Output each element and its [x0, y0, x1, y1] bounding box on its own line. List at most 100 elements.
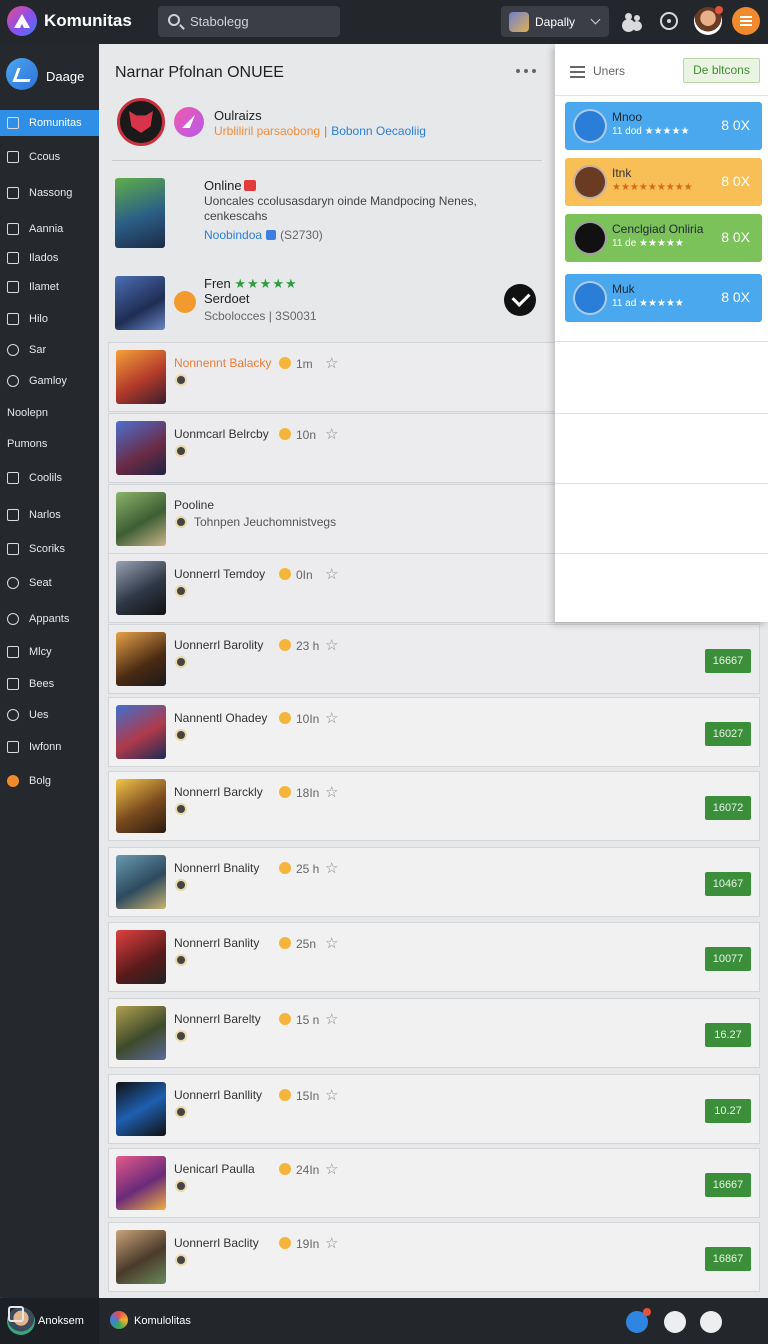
- settings-icon[interactable]: [660, 12, 678, 30]
- sidebar-item[interactable]: Bolg: [0, 768, 99, 794]
- row-time: 10In: [296, 712, 320, 726]
- star-icon[interactable]: ☆: [325, 709, 338, 727]
- sidebar-item[interactable]: Appants: [0, 606, 99, 632]
- star-icon[interactable]: ☆: [325, 1234, 338, 1252]
- user-card-rating: ★★★★★★★★★: [612, 182, 693, 193]
- user-card-name: Mnoo: [612, 110, 643, 124]
- star-icon[interactable]: ☆: [325, 354, 338, 372]
- sidebar-item[interactable]: Narlos: [0, 502, 99, 528]
- community-label[interactable]: Komulolitas: [134, 1315, 191, 1327]
- list-row[interactable]: Uonnerrl Baclity 19In ☆ 16867: [108, 1222, 760, 1292]
- people-icon[interactable]: [622, 10, 644, 32]
- score-badge[interactable]: 16.27: [705, 1023, 751, 1047]
- score-badge[interactable]: 16867: [705, 1247, 751, 1271]
- panel-header: Uners De bltcons: [555, 44, 768, 96]
- game-thumbnail: [116, 1156, 166, 1210]
- row-title: Uonnerrl Barolity: [174, 638, 264, 652]
- sidebar-item[interactable]: Romunitas: [0, 110, 99, 136]
- score-badge[interactable]: 10077: [705, 947, 751, 971]
- score-badge[interactable]: 16667: [705, 1173, 751, 1197]
- user-card[interactable]: Muk 11 ad ★★★★★ 8 0X: [565, 274, 762, 322]
- feature-subtitle: Serdoet: [204, 291, 250, 306]
- hamburger-icon[interactable]: [570, 66, 585, 68]
- list-row[interactable]: Nonnerrl Bnality 25 h ☆ 10467: [108, 847, 760, 917]
- project-selector[interactable]: Dapally: [501, 6, 609, 37]
- user-card-value: 8 0X: [721, 229, 750, 245]
- row-time: 23 h: [296, 639, 320, 653]
- sidebar-item[interactable]: Seat: [0, 570, 99, 596]
- game-thumbnail: [116, 632, 166, 686]
- search-icon: [168, 14, 180, 26]
- sidebar-item[interactable]: Ccous: [0, 144, 99, 170]
- row-time: 1m: [296, 357, 313, 371]
- user-card[interactable]: Mnoo 11 dod ★★★★★ 8 0X: [565, 102, 762, 150]
- user-card-icon: [573, 221, 607, 255]
- panel-action-button[interactable]: De bltcons: [683, 58, 760, 83]
- sidebar-item-label: Iwfonn: [29, 741, 62, 753]
- sidebar-item[interactable]: Nassong: [0, 180, 99, 206]
- feature-card[interactable]: Fren ★★★★★ Serdoet Scbolocces | 3S0031: [108, 266, 554, 342]
- list-row[interactable]: Nannentl Ohadey 10In ☆ 16027: [108, 697, 760, 767]
- sidebar-item[interactable]: Pumons: [0, 431, 99, 457]
- list-row[interactable]: Uonnerrl Barolity 23 h ☆ 16667: [108, 624, 760, 694]
- list-row[interactable]: Uonnerrl Banllity 15In ☆ 10.27: [108, 1074, 760, 1144]
- emoji-icon: [279, 639, 291, 651]
- sidebar-item[interactable]: Scoriks: [0, 536, 99, 562]
- user-card[interactable]: Itnk ★★★★★★★★★ 8 0X: [565, 158, 762, 206]
- group-avatar[interactable]: [117, 98, 165, 146]
- score-badge[interactable]: 10.27: [705, 1099, 751, 1123]
- more-options-icon[interactable]: [516, 69, 536, 73]
- score-badge[interactable]: 16072: [705, 796, 751, 820]
- sidebar-item[interactable]: Sar: [0, 337, 99, 363]
- menu-icon[interactable]: [732, 7, 760, 35]
- sidebar-item[interactable]: Ilamet: [0, 274, 99, 300]
- sidebar-item-label: Scoriks: [29, 543, 66, 555]
- current-user-name: Anoksem: [38, 1315, 84, 1327]
- star-icon[interactable]: ☆: [325, 1086, 338, 1104]
- row-time: 0In: [296, 568, 313, 582]
- search-box[interactable]: [158, 6, 340, 37]
- sidebar-item[interactable]: Noolepn: [0, 400, 99, 426]
- star-icon[interactable]: ☆: [325, 1010, 338, 1028]
- settings-icon[interactable]: [700, 1311, 722, 1333]
- feature-card[interactable]: Online Uoncales ccolusasdaryn oinde Mand…: [108, 170, 554, 260]
- list-row[interactable]: Nonnerrl Banlity 25n ☆ 10077: [108, 922, 760, 992]
- score-badge[interactable]: 16667: [705, 649, 751, 673]
- profile-link[interactable]: Bobonn Oecaoliig: [331, 124, 426, 138]
- star-icon[interactable]: ☆: [325, 565, 338, 583]
- list-row[interactable]: Nonnerrl Barelty 15 n ☆ 16.27: [108, 998, 760, 1068]
- live-icon: [243, 180, 256, 191]
- sidebar-item[interactable]: Ues: [0, 702, 99, 728]
- search-input[interactable]: [190, 6, 330, 37]
- home-icon: [7, 117, 19, 129]
- check-icon[interactable]: [504, 284, 536, 316]
- tag-icon: [266, 230, 277, 240]
- star-icon[interactable]: ☆: [325, 934, 338, 952]
- star-icon[interactable]: ☆: [325, 636, 338, 654]
- feature-meta: Noobindoa (S2730): [204, 228, 323, 242]
- sidebar-item[interactable]: Ilados: [0, 245, 99, 271]
- row-title: Uonmcarl Belrcby: [174, 427, 269, 441]
- chat-icon[interactable]: [664, 1311, 686, 1333]
- list-row[interactable]: Uenicarl Paulla 24In ☆ 16667: [108, 1148, 760, 1218]
- star-icon[interactable]: ☆: [325, 859, 338, 877]
- list-row[interactable]: Nonnerrl Barckly 18In ☆ 16072: [108, 771, 760, 841]
- star-icon[interactable]: ☆: [325, 1160, 338, 1178]
- messages-icon[interactable]: [626, 1308, 651, 1333]
- emoji-icon: [279, 1089, 291, 1101]
- sidebar-item[interactable]: Hilo: [0, 306, 99, 332]
- sidebar-item[interactable]: Aannia: [0, 216, 99, 242]
- star-icon[interactable]: ☆: [325, 425, 338, 443]
- sidebar-item[interactable]: Mlcy: [0, 639, 99, 665]
- app-logo-icon[interactable]: [7, 6, 37, 36]
- user-card[interactable]: Cenclgiad Onliria 11 de ★★★★★ 8 0X: [565, 214, 762, 262]
- score-badge[interactable]: 16027: [705, 722, 751, 746]
- sidebar-item[interactable]: Gamloy: [0, 368, 99, 394]
- sidebar-item[interactable]: Bees: [0, 671, 99, 697]
- sidebar-item[interactable]: Iwfonn: [0, 734, 99, 760]
- score-badge[interactable]: 10467: [705, 872, 751, 896]
- workspace-logo-icon[interactable]: [6, 58, 38, 90]
- sidebar-item[interactable]: Coolils: [0, 465, 99, 491]
- star-icon[interactable]: ☆: [325, 783, 338, 801]
- user-avatar[interactable]: [694, 6, 723, 35]
